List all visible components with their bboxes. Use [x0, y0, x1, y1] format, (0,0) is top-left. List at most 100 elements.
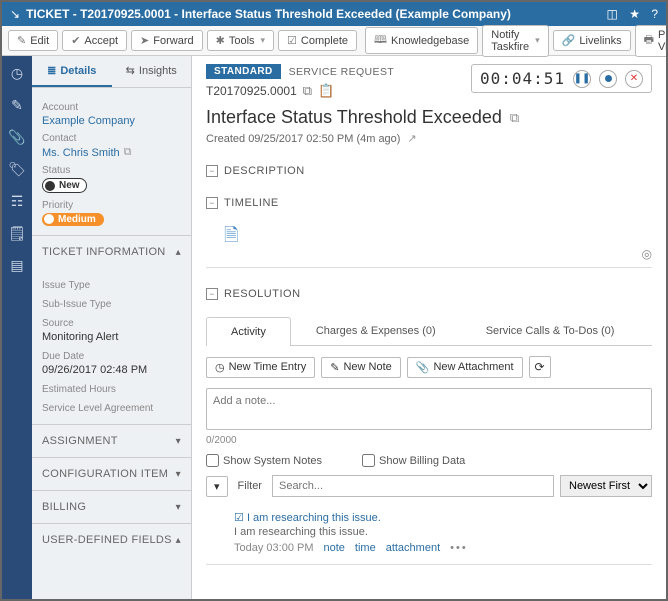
est-hours-label: Estimated Hours — [42, 384, 181, 395]
entity-type: STANDARD SERVICE REQUEST — [206, 64, 461, 79]
show-billing-data[interactable]: Show Billing Data — [362, 454, 465, 467]
rail-attachment-icon[interactable]: 📎 — [8, 128, 26, 146]
sys-notes-checkbox[interactable] — [206, 454, 219, 467]
rail-clock-icon[interactable]: ◷ — [8, 64, 26, 82]
acc-ticket-info[interactable]: TICKET INFORMATION▴ — [32, 236, 191, 268]
collapse-icon[interactable]: − — [206, 197, 218, 209]
new-note-button[interactable]: ✎New Note — [321, 357, 401, 378]
document-icon[interactable]: 🗎 — [224, 223, 238, 253]
clock-icon: ◷ — [215, 361, 225, 374]
section-resolution[interactable]: −RESOLUTION — [206, 288, 652, 300]
tab-service-calls[interactable]: Service Calls & To-Dos (0) — [461, 316, 640, 345]
issue-type-label: Issue Type — [42, 280, 181, 291]
check-icon: ☑ — [234, 512, 244, 524]
pencil-icon: ✎ — [17, 34, 26, 47]
tab-insights-label: Insights — [139, 65, 177, 77]
tab-details[interactable]: ≣Details — [32, 56, 112, 87]
meta-time-link[interactable]: time — [355, 542, 376, 554]
tools-button[interactable]: ✱Tools▾ — [207, 30, 274, 51]
new-attach-label: New Attachment — [433, 361, 513, 373]
char-count: 0/2000 — [206, 435, 652, 446]
priority-dot — [44, 214, 54, 224]
account-value[interactable]: Example Company — [42, 115, 135, 127]
billing-data-checkbox[interactable] — [362, 454, 375, 467]
livelinks-label: Livelinks — [579, 35, 621, 47]
sort-select[interactable]: Newest First — [560, 475, 652, 497]
activity-toolbar: ◷New Time Entry ✎New Note 📎New Attachmen… — [206, 356, 652, 378]
knowledgebase-button[interactable]: 🕮Knowledgebase — [365, 27, 478, 54]
tab-details-label: Details — [60, 65, 96, 77]
due-label: Due Date — [42, 351, 181, 362]
accept-button[interactable]: ✔Accept — [62, 30, 127, 51]
activity-title[interactable]: ☑ I am researching this issue. — [234, 511, 652, 524]
record-button[interactable] — [599, 70, 617, 88]
chevron-down-icon: ▾ — [261, 35, 266, 46]
created-text: Created 09/25/2017 02:50 PM (4m ago) — [206, 133, 400, 145]
acc-configuration-item[interactable]: CONFIGURATION ITEM▾ — [32, 457, 191, 490]
meta-note-link[interactable]: note — [324, 542, 345, 554]
acc-assignment[interactable]: ASSIGNMENT▾ — [32, 424, 191, 457]
tab-insights[interactable]: ⇆Insights — [112, 56, 192, 87]
edit-button[interactable]: ✎Edit — [8, 30, 58, 51]
new-time-entry-button[interactable]: ◷New Time Entry — [206, 357, 315, 378]
side-tabs: ≣Details ⇆Insights — [32, 56, 191, 88]
details-body: Account Example Company Contact Ms. Chri… — [32, 88, 191, 235]
target-icon[interactable]: ◎ — [642, 247, 652, 261]
favorite-icon[interactable]: ★ — [629, 7, 640, 21]
ticket-title-text: Interface Status Threshold Exceeded — [206, 107, 502, 128]
priority-badge-medium[interactable]: Medium — [42, 213, 104, 226]
contact-value[interactable]: Ms. Chris Smith ⧉ — [42, 146, 131, 159]
main-content: STANDARD SERVICE REQUEST T20170925.0001 … — [192, 56, 666, 599]
new-attachment-button[interactable]: 📎New Attachment — [407, 357, 523, 378]
complete-button[interactable]: ☑Complete — [278, 30, 357, 51]
show-system-notes[interactable]: Show System Notes — [206, 454, 322, 467]
rail-edit-icon[interactable]: ✎ — [8, 96, 26, 114]
pause-button[interactable]: ❚❚ — [573, 70, 591, 88]
filter-button[interactable]: ▾ — [206, 476, 228, 497]
meta-attachment-link[interactable]: attachment — [386, 542, 440, 554]
filter-search-input[interactable] — [272, 475, 554, 497]
collapse-icon[interactable]: − — [206, 288, 218, 300]
printview-button[interactable]: 🖶Print View — [635, 25, 668, 57]
copy-icon[interactable]: ⧉ — [303, 83, 312, 99]
tab-charges[interactable]: Charges & Expenses (0) — [291, 316, 461, 345]
forward-button[interactable]: ➤Forward — [131, 30, 203, 51]
rail-clipboard-icon[interactable]: 🗒 — [8, 224, 26, 242]
refresh-button[interactable]: ⟳ — [529, 356, 551, 378]
forward-label: Forward — [153, 35, 193, 47]
rail-billing-icon[interactable]: ☶ — [8, 192, 26, 210]
ticket-title: Interface Status Threshold Exceeded ⧉ — [206, 107, 652, 128]
contact-name: Ms. Chris Smith — [42, 147, 120, 159]
popout-icon[interactable]: ◫ — [607, 7, 618, 21]
acc-billing[interactable]: BILLING▾ — [32, 490, 191, 523]
created-line: Created 09/25/2017 02:50 PM (4m ago) ↗ — [206, 132, 652, 145]
collapse-icon[interactable]: − — [206, 165, 218, 177]
external-link-icon[interactable]: ↗ — [408, 133, 417, 145]
tab-activity[interactable]: Activity — [206, 317, 291, 346]
help-icon[interactable]: ? — [651, 7, 658, 21]
rail-tag-icon[interactable]: 🏷 — [8, 160, 26, 178]
tools-icon: ✱ — [216, 34, 225, 47]
rail-note-icon[interactable]: ▤ — [8, 256, 26, 274]
note-textarea[interactable] — [206, 388, 652, 430]
status-dot — [45, 181, 55, 191]
link-icon: 🔗 — [562, 34, 576, 47]
activity-item: ☑ I am researching this issue. I am rese… — [206, 511, 652, 554]
main-toolbar: ✎Edit ✔Accept ➤Forward ✱Tools▾ ☑Complete… — [2, 26, 666, 56]
more-actions-icon[interactable]: ••• — [450, 542, 468, 554]
status-badge-new[interactable]: New — [42, 178, 87, 193]
livelinks-button[interactable]: 🔗Livelinks — [553, 30, 631, 51]
section-timeline[interactable]: −TIMELINE — [206, 197, 652, 209]
copy-icon[interactable]: ⧉ — [510, 110, 519, 126]
section-description[interactable]: −DESCRIPTION — [206, 165, 652, 177]
sub-issue-label: Sub-Issue Type — [42, 299, 181, 310]
notify-button[interactable]: Notify Taskfire▾ — [482, 25, 548, 57]
stop-button[interactable]: ✕ — [625, 70, 643, 88]
clipboard-icon[interactable]: 📋 — [318, 83, 334, 99]
chevron-up-icon: ▴ — [176, 247, 181, 258]
timer-widget: 00:04:51 ❚❚ ✕ — [471, 64, 652, 93]
acc-user-defined[interactable]: USER-DEFINED FIELDS▴ — [32, 523, 191, 556]
left-icon-rail: ◷ ✎ 📎 🏷 ☶ 🗒 ▤ — [2, 56, 32, 599]
book-icon: 🕮 — [374, 31, 387, 50]
copy-icon[interactable]: ⧉ — [124, 146, 132, 159]
